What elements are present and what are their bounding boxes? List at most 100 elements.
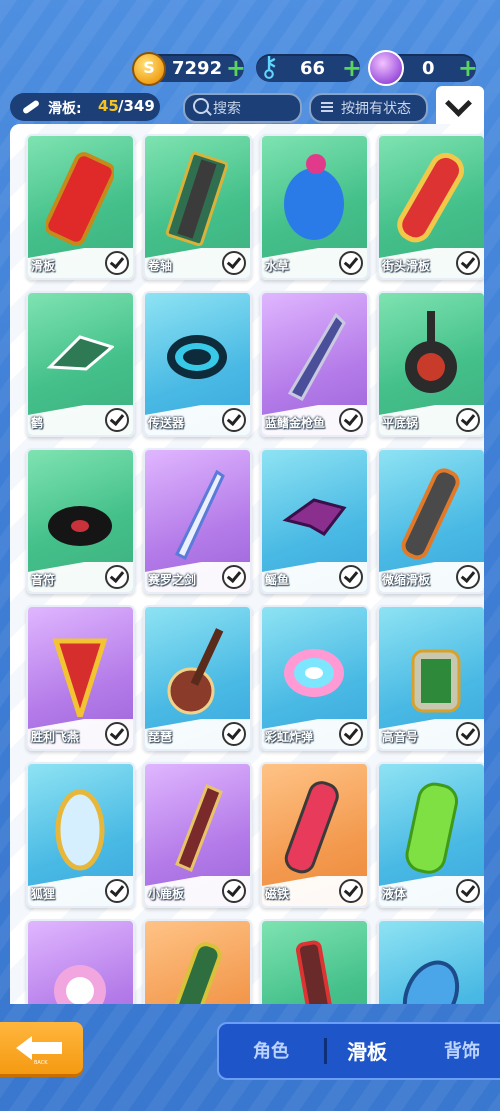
skateboard-icon — [23, 100, 39, 114]
item-card[interactable] — [260, 919, 369, 1004]
item-card[interactable]: 水草 — [260, 134, 369, 280]
search-input[interactable]: 搜索 — [183, 93, 302, 123]
item-card[interactable]: 胜利飞燕 — [26, 605, 135, 751]
skateboard-item-icon — [284, 154, 344, 240]
item-card[interactable]: 狐狸 — [26, 762, 135, 908]
item-card[interactable]: 彩虹炸弹 — [260, 605, 369, 751]
item-card[interactable]: 鳐鱼 — [260, 448, 369, 594]
item-name: 彩虹炸弹 — [265, 730, 314, 744]
item-card[interactable]: 音符 — [26, 448, 135, 594]
item-card[interactable]: 琵琶 — [143, 605, 252, 751]
item-name: 磁铁 — [265, 887, 290, 901]
skateboard-item-icon — [284, 781, 339, 874]
item-card[interactable]: 磁铁 — [260, 762, 369, 908]
skateboard-item-icon — [284, 649, 344, 697]
skateboard-item-icon — [167, 335, 227, 379]
owned-check-icon — [456, 879, 480, 903]
item-name: 音符 — [31, 573, 56, 587]
item-name: 小鹿板 — [148, 887, 185, 901]
item-name: 鳐鱼 — [265, 573, 290, 587]
owned-check-icon — [222, 565, 246, 589]
skateboard-item-icon — [401, 468, 460, 560]
category-tabs: 角色 滑板 背饰 — [217, 1022, 500, 1080]
skateboard-item-icon — [282, 498, 347, 536]
sort-label: 按拥有状态 — [341, 101, 411, 117]
tab-skateboard[interactable]: 滑板 — [347, 1036, 387, 1065]
skateboard-item-icon — [46, 152, 114, 246]
skateboard-item-icon — [175, 784, 223, 872]
key-counter[interactable]: ⚷ 66 + — [256, 50, 362, 83]
key-value: 66 — [300, 58, 326, 79]
item-name: 琵琶 — [148, 730, 173, 744]
item-card[interactable]: 赛罗之剑 — [143, 448, 252, 594]
owned-check-icon — [339, 251, 363, 275]
item-card[interactable]: 液体 — [377, 762, 484, 908]
skateboard-item-icon — [411, 649, 461, 713]
search-placeholder: 搜索 — [213, 101, 241, 117]
skateboard-item-icon — [287, 312, 346, 401]
coin-counter[interactable]: S 7292 + — [132, 52, 246, 86]
item-card[interactable]: 街头滑板 — [377, 134, 484, 280]
owned-check-icon — [105, 408, 129, 432]
owned-check-icon — [456, 408, 480, 432]
item-name: 狐狸 — [31, 887, 56, 901]
item-name: 平底锅 — [382, 416, 419, 430]
item-panel[interactable]: 滑板 卷轴 水草 街头滑板鹤 传送器 蓝鳍金枪鱼 平底锅音符 赛罗之剑 鳐鱼 微缩滑板胜利飞燕 琵琶… — [10, 124, 484, 1004]
item-name: 卷轴 — [148, 259, 173, 273]
owned-count: 45 — [98, 97, 119, 115]
skateboard-item-icon — [165, 151, 229, 246]
add-gems-icon[interactable]: + — [458, 55, 478, 81]
back-button[interactable]: BACK — [0, 1022, 83, 1074]
coin-icon: S — [132, 52, 166, 86]
item-name: 街头滑板 — [382, 259, 431, 273]
owned-check-icon — [222, 879, 246, 903]
skateboard-item-icon — [167, 628, 224, 715]
owned-check-icon — [339, 879, 363, 903]
item-card[interactable]: 蓝鳍金枪鱼 — [260, 291, 369, 437]
skateboard-item-icon — [48, 506, 112, 546]
back-arrow-shaft — [30, 1042, 62, 1054]
item-card[interactable]: 高音号 — [377, 605, 484, 751]
sort-button[interactable]: 按拥有状态 — [309, 93, 428, 123]
owned-check-icon — [222, 408, 246, 432]
item-card[interactable] — [26, 919, 135, 1004]
gem-counter[interactable]: 0 + — [368, 50, 478, 86]
tab-divider — [324, 1038, 327, 1064]
skateboard-item-icon — [55, 789, 105, 871]
item-card[interactable]: 微缩滑板 — [377, 448, 484, 594]
item-card[interactable]: 卷轴 — [143, 134, 252, 280]
owned-check-icon — [339, 408, 363, 432]
item-card[interactable]: 小鹿板 — [143, 762, 252, 908]
collapse-button[interactable] — [436, 86, 484, 124]
skateboard-item-icon — [54, 965, 106, 1004]
skateboard-item-icon — [175, 469, 225, 560]
skateboard-item-icon — [405, 782, 459, 874]
item-card[interactable]: 平底锅 — [377, 291, 484, 437]
owned-check-icon — [456, 565, 480, 589]
item-card[interactable]: 滑板 — [26, 134, 135, 280]
item-card[interactable] — [143, 919, 252, 1004]
item-card[interactable]: 鹤 — [26, 291, 135, 437]
search-icon — [193, 98, 209, 114]
item-card[interactable] — [377, 919, 484, 1004]
add-coins-icon[interactable]: + — [226, 55, 246, 81]
tab-back-accessory[interactable]: 背饰 — [444, 1037, 480, 1063]
owned-check-icon — [105, 722, 129, 746]
item-name: 液体 — [382, 887, 407, 901]
key-icon: ⚷ — [258, 50, 280, 83]
item-name: 传送器 — [148, 416, 185, 430]
skateboard-item-icon — [405, 311, 457, 393]
item-card[interactable]: 传送器 — [143, 291, 252, 437]
owned-check-icon — [339, 722, 363, 746]
chevron-down-icon — [445, 90, 472, 117]
owned-check-icon — [105, 565, 129, 589]
skateboard-item-icon — [52, 638, 108, 717]
item-name: 鹤 — [31, 416, 44, 430]
tab-character[interactable]: 角色 — [253, 1037, 289, 1063]
owned-check-icon — [456, 251, 480, 275]
add-keys-icon[interactable]: + — [342, 55, 362, 81]
item-name: 赛罗之剑 — [148, 573, 197, 587]
skateboard-item-icon — [295, 940, 335, 1004]
item-name: 蓝鳍金枪鱼 — [265, 416, 326, 430]
owned-check-icon — [222, 722, 246, 746]
